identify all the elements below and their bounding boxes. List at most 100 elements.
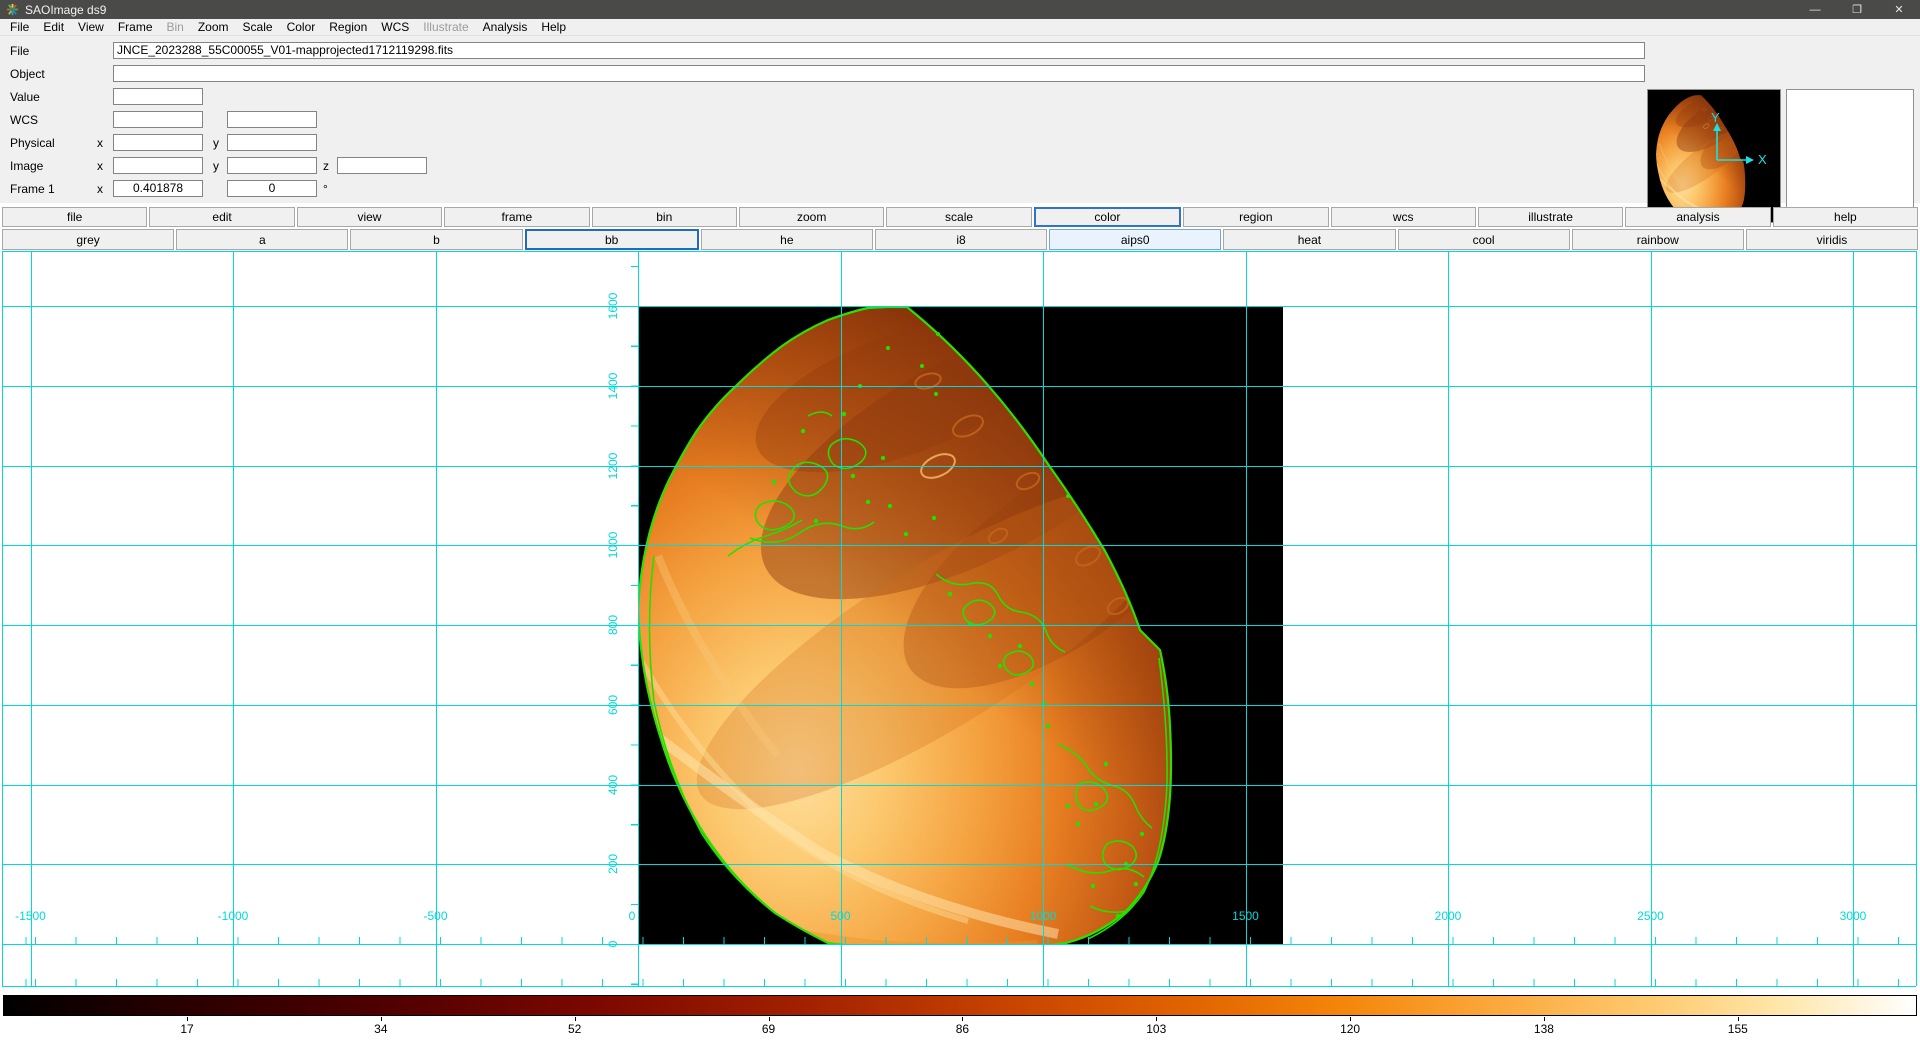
menu-item-analysis[interactable]: Analysis bbox=[476, 19, 535, 35]
physical-x-label: x bbox=[97, 136, 103, 150]
grid-border-right bbox=[1916, 251, 1917, 986]
value-field[interactable] bbox=[113, 88, 203, 105]
image-z-field[interactable] bbox=[337, 157, 427, 174]
toolbar-button-file[interactable]: file bbox=[2, 207, 147, 227]
degree-symbol: ° bbox=[323, 182, 328, 196]
menu-item-scale[interactable]: Scale bbox=[236, 19, 280, 35]
grid-vline bbox=[1853, 251, 1854, 986]
colormap-button-he[interactable]: he bbox=[701, 229, 873, 250]
x-axis-label: 3000 bbox=[1840, 909, 1867, 923]
menu-item-file[interactable]: File bbox=[3, 19, 36, 35]
colorbar-gradient[interactable] bbox=[3, 995, 1917, 1016]
toolbar-button-help[interactable]: help bbox=[1773, 207, 1918, 227]
colormap-button-i8[interactable]: i8 bbox=[875, 229, 1047, 250]
toolbar-row-1: fileeditviewframebinzoomscalecolorregion… bbox=[0, 207, 1920, 227]
compass-y-label: Y bbox=[1711, 110, 1720, 125]
wcs-field-1[interactable] bbox=[113, 111, 203, 128]
image-label: Image bbox=[10, 159, 43, 173]
colorbar-tick bbox=[1544, 1017, 1545, 1021]
object-field[interactable] bbox=[113, 65, 1645, 82]
image-z-label: z bbox=[323, 159, 329, 173]
toolbar-button-zoom[interactable]: zoom bbox=[739, 207, 884, 227]
colormap-button-a[interactable]: a bbox=[176, 229, 348, 250]
menu-bar: FileEditViewFrameBinZoomScaleColorRegion… bbox=[0, 19, 1920, 36]
frame-zoom-field[interactable]: 0.401878 bbox=[113, 180, 203, 197]
grid-vline bbox=[31, 251, 32, 986]
colorbar-panel: 1734526986103120138155 bbox=[0, 994, 1920, 1040]
image-viewport[interactable]: -1500-1000-50005001000150020002500300002… bbox=[0, 251, 1920, 994]
image-x-label: x bbox=[97, 159, 103, 173]
grid-border-top bbox=[2, 251, 1916, 252]
file-field[interactable]: JNCE_2023288_55C00055_V01-mapprojected17… bbox=[113, 42, 1645, 59]
minimize-button[interactable]: — bbox=[1794, 0, 1836, 19]
colorbar-tick bbox=[1738, 1017, 1739, 1021]
colorbar-tick-label: 103 bbox=[1146, 1022, 1166, 1036]
jupiter-image bbox=[638, 306, 1283, 944]
physical-label: Physical bbox=[10, 136, 55, 150]
y-axis-label: 200 bbox=[606, 854, 620, 874]
colorbar-tick-label: 17 bbox=[180, 1022, 193, 1036]
toolbar-button-analysis[interactable]: analysis bbox=[1625, 207, 1770, 227]
colorbar-tick-label: 86 bbox=[956, 1022, 969, 1036]
colormap-button-aips0[interactable]: aips0 bbox=[1049, 229, 1221, 250]
physical-row: Physical x y bbox=[0, 134, 1920, 151]
grid-border-left bbox=[2, 251, 3, 986]
image-row: Image x y z bbox=[0, 157, 1920, 174]
colormap-button-heat[interactable]: heat bbox=[1223, 229, 1395, 250]
x-axis-label: -500 bbox=[423, 909, 447, 923]
menu-item-color[interactable]: Color bbox=[280, 19, 323, 35]
fits-image-frame[interactable] bbox=[638, 306, 1283, 944]
close-button[interactable]: ✕ bbox=[1878, 0, 1920, 19]
physical-y-label: y bbox=[213, 136, 219, 150]
colorbar-tick bbox=[962, 1017, 963, 1021]
title-bar: SAOImage ds9 — ❐ ✕ bbox=[0, 0, 1920, 19]
colormap-button-viridis[interactable]: viridis bbox=[1746, 229, 1918, 250]
colorbar-tick-label: 52 bbox=[568, 1022, 581, 1036]
menu-item-edit[interactable]: Edit bbox=[36, 19, 71, 35]
colorbar-tick-label: 34 bbox=[374, 1022, 387, 1036]
image-x-field[interactable] bbox=[113, 157, 203, 174]
compass-x-label: X bbox=[1758, 152, 1767, 167]
colorbar-tick bbox=[769, 1017, 770, 1021]
toolbar-button-wcs[interactable]: wcs bbox=[1331, 207, 1476, 227]
image-y-field[interactable] bbox=[227, 157, 317, 174]
grid-vline bbox=[1448, 251, 1449, 986]
restore-button[interactable]: ❐ bbox=[1836, 0, 1878, 19]
colormap-button-grey[interactable]: grey bbox=[2, 229, 174, 250]
colormap-button-b[interactable]: b bbox=[350, 229, 522, 250]
menu-item-help[interactable]: Help bbox=[534, 19, 573, 35]
menu-item-wcs[interactable]: WCS bbox=[374, 19, 416, 35]
x-axis-label: -1000 bbox=[218, 909, 249, 923]
toolbar-button-color[interactable]: color bbox=[1034, 207, 1181, 227]
menu-item-illustrate[interactable]: Illustrate bbox=[416, 19, 475, 35]
file-row: File JNCE_2023288_55C00055_V01-mapprojec… bbox=[0, 42, 1920, 59]
menu-item-bin[interactable]: Bin bbox=[160, 19, 191, 35]
menu-item-frame[interactable]: Frame bbox=[111, 19, 160, 35]
toolbar-button-region[interactable]: region bbox=[1183, 207, 1328, 227]
panner[interactable]: Y X bbox=[1647, 89, 1781, 223]
toolbar-button-illustrate[interactable]: illustrate bbox=[1478, 207, 1623, 227]
colorbar-tick bbox=[381, 1017, 382, 1021]
grid-border-bottom bbox=[2, 986, 1916, 987]
colormap-button-bb[interactable]: bb bbox=[525, 229, 699, 250]
toolbar-button-view[interactable]: view bbox=[297, 207, 442, 227]
wcs-row: WCS bbox=[0, 111, 1920, 128]
wcs-field-2[interactable] bbox=[227, 111, 317, 128]
physical-y-field[interactable] bbox=[227, 134, 317, 151]
colormap-button-cool[interactable]: cool bbox=[1398, 229, 1570, 250]
toolbar-button-frame[interactable]: frame bbox=[444, 207, 589, 227]
colorbar-tick-label: 69 bbox=[762, 1022, 775, 1036]
frame-label: Frame 1 bbox=[10, 182, 55, 196]
menu-item-region[interactable]: Region bbox=[322, 19, 374, 35]
toolbar-button-bin[interactable]: bin bbox=[592, 207, 737, 227]
y-axis-label: 1400 bbox=[606, 372, 620, 399]
frame-rotation-field[interactable]: 0 bbox=[227, 180, 317, 197]
colormap-button-rainbow[interactable]: rainbow bbox=[1572, 229, 1744, 250]
toolbar-button-edit[interactable]: edit bbox=[149, 207, 294, 227]
grid-hline bbox=[2, 944, 1916, 945]
menu-item-zoom[interactable]: Zoom bbox=[191, 19, 236, 35]
menu-item-view[interactable]: View bbox=[71, 19, 111, 35]
toolbar-button-scale[interactable]: scale bbox=[886, 207, 1031, 227]
border-minor-ticks bbox=[2, 979, 1915, 986]
physical-x-field[interactable] bbox=[113, 134, 203, 151]
